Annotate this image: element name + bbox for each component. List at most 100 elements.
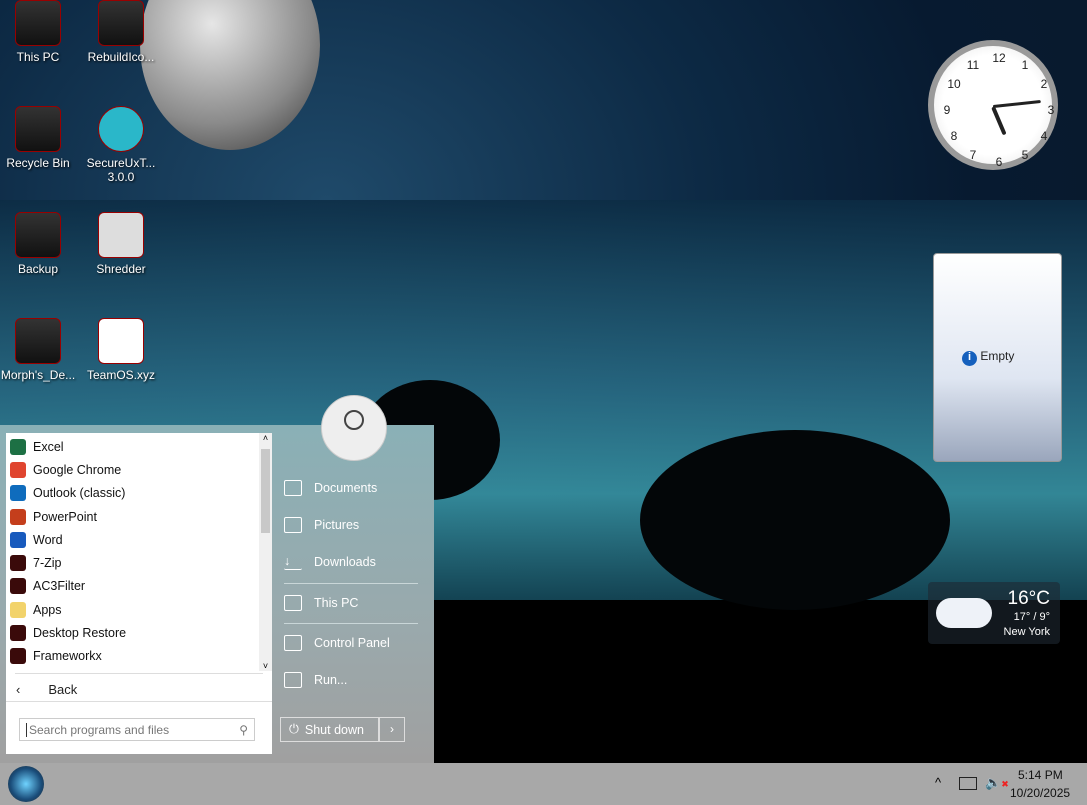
clock-number: 7 xyxy=(969,148,977,162)
folder-icon xyxy=(15,318,61,364)
back-label: Back xyxy=(48,682,78,697)
search-icon: ⚲ xyxy=(239,722,248,737)
clock-number: 6 xyxy=(995,155,1003,169)
cloud-icon xyxy=(936,598,992,628)
desktop-icon-morphs[interactable]: Morph's_De... xyxy=(0,318,78,382)
desktop-icon-backup[interactable]: Backup xyxy=(0,212,78,276)
minute-hand xyxy=(992,99,1041,108)
app-icon xyxy=(10,601,26,618)
app-icon xyxy=(10,485,26,502)
program-label: PowerPoint xyxy=(33,509,97,524)
desktop-icon-secureux[interactable]: SecureUxT... 3.0.0 xyxy=(81,106,161,184)
taskbar: ^ 🔈✖ 5:14 PM 10/20/2025 xyxy=(0,763,1087,805)
clock-gadget[interactable]: 12 1 2 3 4 5 6 7 8 9 10 11 xyxy=(928,40,1058,170)
weather-city: New York xyxy=(1003,626,1050,638)
control-panel-icon xyxy=(284,635,302,651)
scrollbar[interactable]: ˄ ˅ xyxy=(259,433,272,671)
start-menu: Excel Google Chrome Outlook (classic) Power… xyxy=(0,395,434,763)
clock-number: 12 xyxy=(992,51,1006,65)
download-icon: ↓ xyxy=(284,554,302,570)
clock-number: 4 xyxy=(1040,129,1048,143)
search-placeholder: Search programs and files xyxy=(26,722,169,737)
info-icon: i xyxy=(962,351,977,366)
place-pictures[interactable]: Pictures xyxy=(284,517,359,533)
program-item[interactable]: Word xyxy=(6,528,259,551)
app-icon xyxy=(10,555,26,572)
user-avatar[interactable] xyxy=(321,395,387,461)
clock-number: 2 xyxy=(1040,77,1048,91)
app-icon xyxy=(10,578,26,595)
desktop-icon-this-pc[interactable]: This PC xyxy=(0,0,78,64)
place-control-panel[interactable]: Control Panel xyxy=(284,635,390,651)
program-list: Excel Google Chrome Outlook (classic) Power… xyxy=(6,435,259,668)
clock-number: 5 xyxy=(1021,148,1029,162)
divider xyxy=(284,583,418,584)
shutdown-button[interactable]: ⏻ Shut down xyxy=(280,717,379,742)
network-icon[interactable] xyxy=(959,777,977,790)
taskbar-date[interactable]: 10/20/2025 xyxy=(1010,786,1070,800)
weather-gadget[interactable]: 16°C 17° / 9° New York xyxy=(928,582,1060,644)
chevron-left-icon: ‹ xyxy=(16,682,21,697)
taskbar-time[interactable]: 5:14 PM xyxy=(1018,768,1063,782)
wallpaper-moon xyxy=(140,0,320,150)
program-label: Google Chrome xyxy=(33,462,122,477)
show-hidden-icons[interactable]: ^ xyxy=(935,775,941,790)
program-item[interactable]: Excel xyxy=(6,435,259,458)
brush-icon xyxy=(98,106,144,152)
hour-hand xyxy=(991,106,1007,136)
scroll-up-icon[interactable]: ˄ xyxy=(259,433,272,443)
clock-number: 10 xyxy=(947,77,961,91)
scroll-down-icon[interactable]: ˅ xyxy=(259,661,272,671)
weather-temp: 16°C xyxy=(1007,588,1050,609)
shutdown-options-button[interactable]: › xyxy=(379,717,405,742)
program-item[interactable]: 7-Zip xyxy=(6,551,259,574)
internet-explorer-icon xyxy=(98,318,144,364)
desktop-icon-shredder[interactable]: Shredder xyxy=(81,212,161,276)
program-item[interactable]: AC3Filter xyxy=(6,575,259,598)
program-item[interactable]: PowerPoint xyxy=(6,505,259,528)
computer-icon xyxy=(15,0,61,46)
program-label: AC3Filter xyxy=(33,579,86,594)
weather-range: 17° / 9° xyxy=(1013,611,1050,623)
backup-icon xyxy=(15,212,61,258)
desktop-icon-rebuildicon[interactable]: RebuildIco... xyxy=(81,0,161,64)
program-item[interactable]: Google Chrome xyxy=(6,458,259,481)
wallpaper-tree xyxy=(640,430,950,610)
volume-muted-icon[interactable]: 🔈✖ xyxy=(985,775,1009,791)
place-run[interactable]: Run... xyxy=(284,672,347,688)
program-label: Word xyxy=(33,532,63,547)
recycle-bin-icon xyxy=(15,106,61,152)
program-label: Apps xyxy=(33,602,62,617)
program-label: Frameworkx xyxy=(33,649,102,664)
program-item[interactable]: Desktop Restore xyxy=(6,621,259,644)
run-icon xyxy=(284,672,302,688)
robot-icon xyxy=(98,0,144,46)
search-input[interactable]: Search programs and files ⚲ xyxy=(19,718,255,741)
program-item[interactable]: Apps xyxy=(6,598,259,621)
desktop-icon-recycle-bin[interactable]: Recycle Bin xyxy=(0,106,78,170)
clock-number: 8 xyxy=(950,129,958,143)
chevron-right-icon: › xyxy=(390,722,394,736)
program-label: 7-Zip xyxy=(33,556,62,571)
start-button[interactable] xyxy=(8,766,44,802)
back-button[interactable]: ‹ Back xyxy=(16,682,77,697)
picture-icon xyxy=(284,517,302,533)
place-documents[interactable]: Documents xyxy=(284,480,377,496)
monitor-icon xyxy=(284,595,302,611)
clock-number: 1 xyxy=(1021,58,1029,72)
clock-number: 9 xyxy=(943,103,951,117)
program-item[interactable]: Frameworkx xyxy=(6,645,259,668)
app-icon xyxy=(10,625,26,642)
desktop-icon-teamos[interactable]: TeamOS.xyz xyxy=(81,318,161,382)
place-downloads[interactable]: ↓ Downloads xyxy=(284,554,376,570)
app-icon xyxy=(10,648,26,665)
program-label: Outlook (classic) xyxy=(33,486,126,501)
user-icon xyxy=(344,410,364,430)
program-item[interactable]: Outlook (classic) xyxy=(6,482,259,505)
slideshow-gadget[interactable]: i Empty xyxy=(933,253,1062,462)
program-label: Desktop Restore xyxy=(33,626,127,641)
divider xyxy=(15,673,263,674)
clock-number: 11 xyxy=(966,58,980,72)
scrollbar-thumb[interactable] xyxy=(261,449,270,533)
place-this-pc[interactable]: This PC xyxy=(284,595,358,611)
